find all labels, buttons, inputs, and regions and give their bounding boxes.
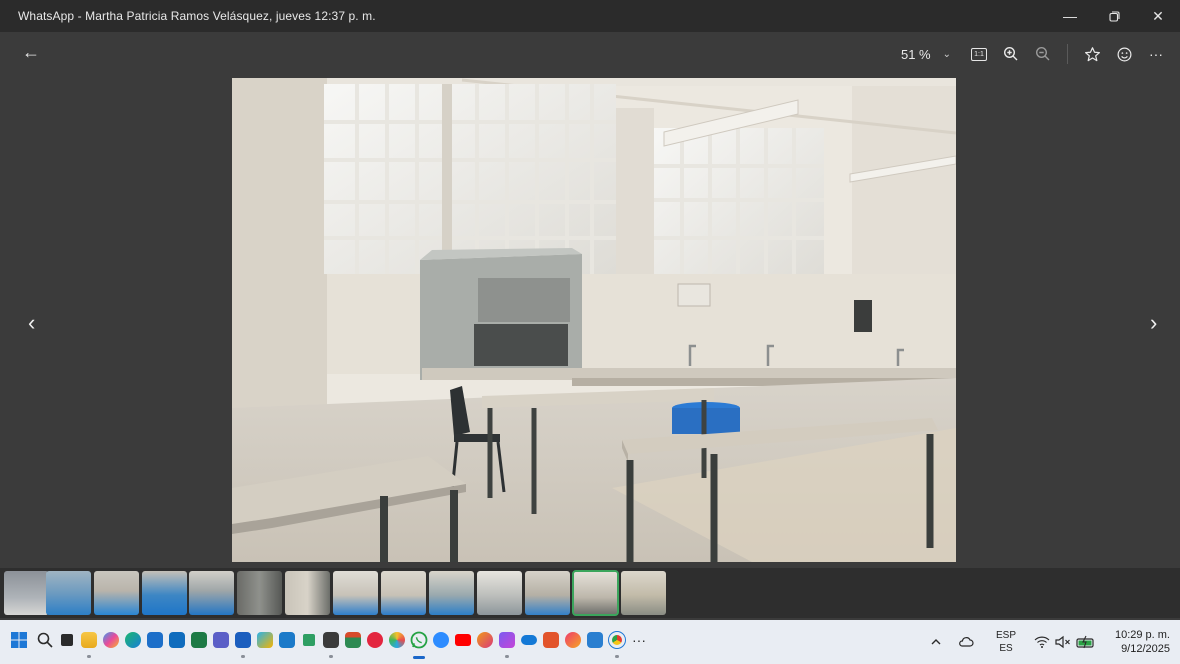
battery-charging-icon[interactable] [1076,620,1096,664]
zoom-icon[interactable] [430,629,452,651]
clipchamp-icon[interactable] [496,629,518,658]
overflow-icon[interactable]: ··· [628,629,650,651]
youtube-icon[interactable] [452,629,474,651]
viewer-toolbar: ← 51 % ⌄ 1:1 ··· [0,32,1180,76]
wifi-icon[interactable] [1034,620,1050,664]
media-icon[interactable] [364,629,386,651]
lang-top: ESP [996,630,1017,641]
thumbnail[interactable] [189,571,234,615]
thumbnail[interactable] [621,571,666,615]
close-icon[interactable]: ✕ [1136,0,1180,32]
chevron-up-icon[interactable] [930,620,942,664]
whatsapp-icon[interactable] [408,629,430,659]
kahoot-icon[interactable] [540,629,562,651]
todo-icon[interactable] [298,629,320,651]
zoom-in-icon[interactable] [995,32,1027,76]
thumbnail[interactable] [285,571,330,615]
task-view-icon[interactable] [56,629,78,651]
onedrive-icon[interactable] [518,629,540,651]
minimize-icon[interactable]: — [1048,0,1092,32]
cloud-icon[interactable] [958,620,974,664]
calendar-icon[interactable] [342,629,364,651]
photo-viewer-window: WhatsApp - Martha Patricia Ramos Velásqu… [0,0,1180,664]
store-icon[interactable] [144,629,166,651]
clock-date: 9/12/2025 [1121,643,1170,655]
lab-photo-image [232,78,956,562]
thumbnail[interactable] [429,571,474,615]
lang-bottom: ES [999,643,1013,654]
toolbar-divider [1067,44,1068,64]
thumbnail-strip [0,568,1180,618]
whiteboard-icon[interactable] [276,629,298,651]
window-title: WhatsApp - Martha Patricia Ramos Velásqu… [18,9,376,23]
zoom-level: 51 % [900,46,931,62]
main-photo[interactable] [232,78,956,562]
chevron-down-icon: ⌄ [942,48,951,60]
thumbnail[interactable] [381,571,426,615]
system-clock[interactable]: 10:29 p. m. 9/12/2025 [1110,620,1170,664]
clock-time: 10:29 p. m. [1114,629,1170,641]
arrow-left-icon[interactable]: ← [22,42,40,63]
copilot-icon[interactable] [100,629,122,651]
star-icon[interactable] [1076,32,1108,76]
teams-icon[interactable] [210,629,232,651]
thumbnail[interactable] [477,571,522,615]
word-icon[interactable] [232,629,254,658]
actual-size-button[interactable]: 1:1 [963,32,995,76]
photos-icon[interactable] [254,629,276,651]
language-indicator[interactable]: ESP ES [996,620,1016,664]
title-bar: WhatsApp - Martha Patricia Ramos Velásqu… [0,0,1180,32]
thumbnail[interactable] [525,571,570,615]
zoom-dropdown[interactable]: 51 % ⌄ [896,32,963,76]
thumbnail[interactable] [237,571,282,615]
restore-icon[interactable] [1092,0,1136,32]
chrome-icon[interactable] [606,629,628,658]
file-explorer-icon[interactable] [78,629,100,658]
thumbnail-selected[interactable] [572,570,619,616]
excel-icon[interactable] [188,629,210,651]
windows-start-icon[interactable] [8,629,30,651]
thumbnail[interactable] [94,571,139,615]
search-icon[interactable] [34,629,56,651]
thumbnail[interactable] [46,571,91,615]
taskbar: ··· ESP ES 10:29 p. m. 9/12/2025 [0,620,1180,664]
chevron-right-icon[interactable]: › [1150,310,1157,336]
calculator-icon[interactable] [320,629,342,658]
chevron-left-icon[interactable]: ‹ [28,310,35,336]
more-icon[interactable]: ··· [1140,32,1172,76]
paint-icon[interactable] [474,629,496,651]
remote-icon[interactable] [584,629,606,651]
thumbnail[interactable] [4,571,49,615]
thumbnail[interactable] [142,571,187,615]
smiley-icon[interactable] [1108,32,1140,76]
zoom-out-icon[interactable] [1027,32,1059,76]
game-icon[interactable] [562,629,584,651]
actual-size-icon: 1:1 [971,47,987,61]
pinwheel-icon[interactable] [386,629,408,651]
thumbnail[interactable] [333,571,378,615]
outlook-icon[interactable] [166,629,188,651]
edge-icon[interactable] [122,629,144,651]
volume-muted-icon[interactable] [1054,620,1072,664]
